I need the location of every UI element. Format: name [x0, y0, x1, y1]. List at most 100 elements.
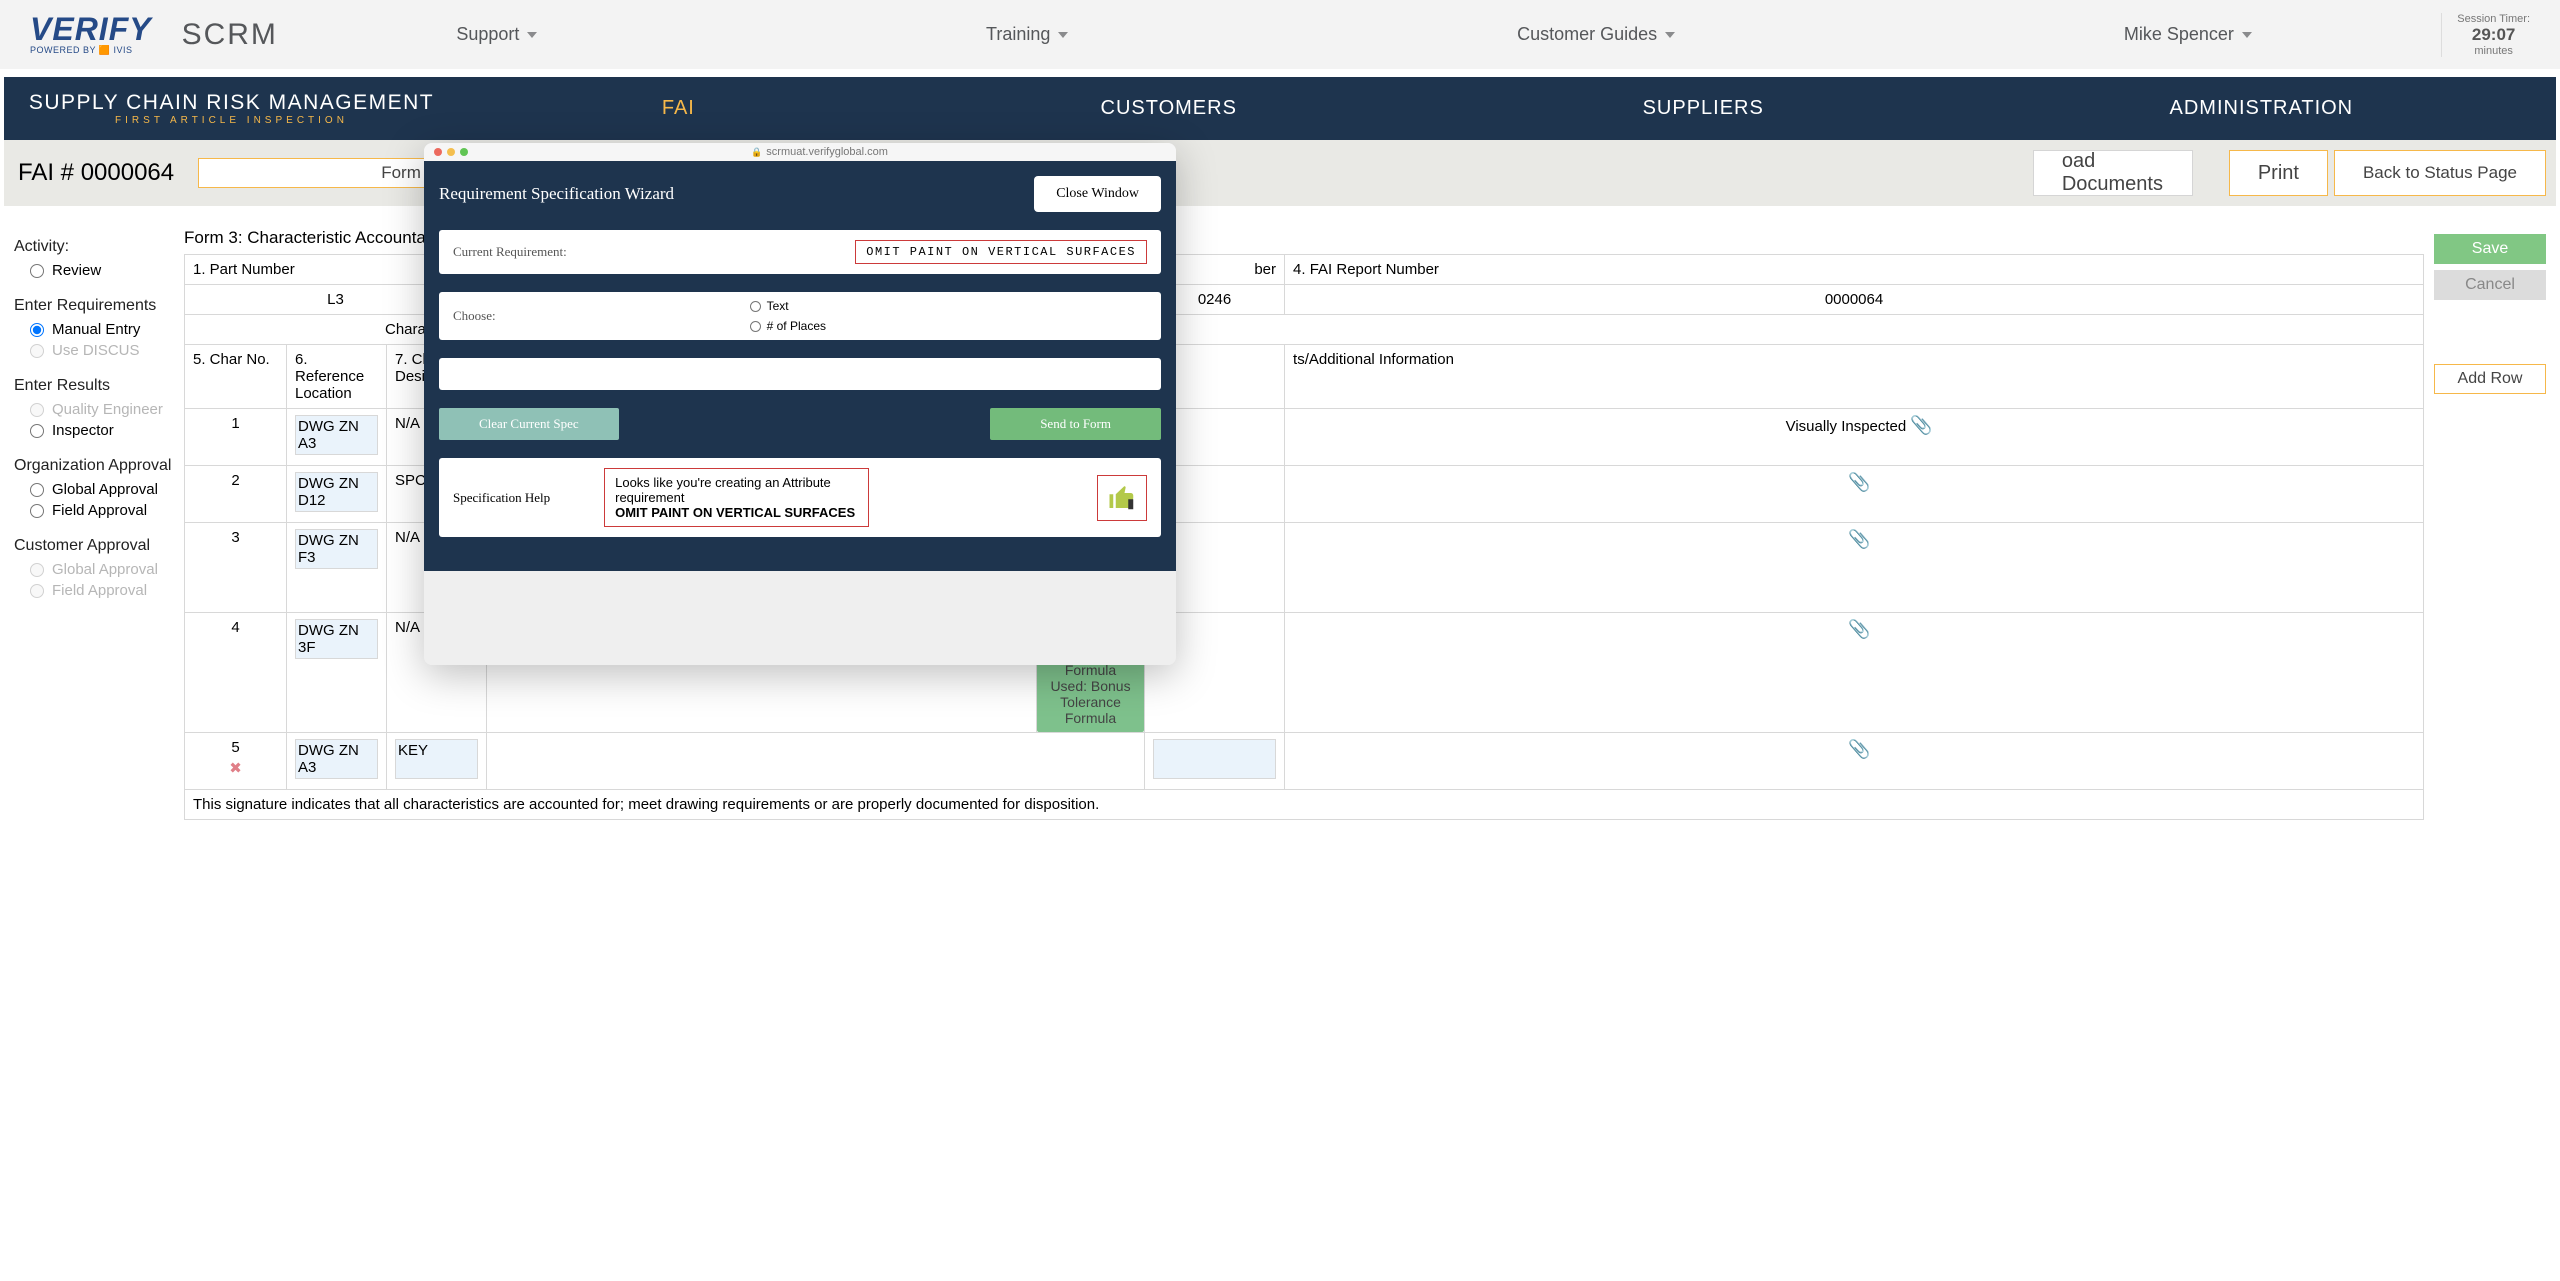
val-fai-report: 0000064 — [1285, 285, 2424, 315]
spec-help-label: Specification Help — [453, 490, 550, 506]
thumbs-up-icon — [1107, 483, 1137, 513]
radio-global-approval-2[interactable]: Global Approval — [30, 561, 174, 578]
sidebar: Activity: Review Enter Requirements Manu… — [14, 216, 174, 820]
comments-cell: Visually Inspected 📎 — [1285, 409, 2424, 466]
radio-field-approval-2[interactable]: Field Approval — [30, 582, 174, 599]
paperclip-icon[interactable]: 📎 — [1848, 472, 1860, 493]
save-button[interactable]: Save — [2434, 234, 2546, 264]
wizard-input-panel[interactable] — [439, 358, 1161, 390]
radio-fa2-input — [30, 584, 44, 598]
modal-url: 🔒scrmuat.verifyglobal.com — [473, 146, 1166, 158]
radio-discus-input — [30, 344, 44, 358]
right-rail: Save Cancel Add Row — [2434, 216, 2546, 820]
choose-places-label: # of Places — [767, 319, 826, 333]
radio-use-discus[interactable]: Use DISCUS — [30, 342, 174, 359]
current-requirement-label: Current Requirement: — [453, 244, 567, 260]
modal-window: 🔒scrmuat.verifyglobal.com Requirement Sp… — [424, 143, 1176, 665]
ref-input[interactable] — [295, 529, 378, 569]
tab-administration[interactable]: ADMINISTRATION — [2170, 97, 2354, 120]
radio-inspector-input[interactable] — [30, 424, 44, 438]
modal-header-row: Requirement Specification Wizard Close W… — [439, 176, 1161, 212]
table-row: 5✖ 📎 — [185, 733, 2424, 790]
nav-training[interactable]: Training — [986, 24, 1068, 45]
chevron-down-icon — [1665, 32, 1675, 38]
radio-qe-input — [30, 403, 44, 417]
char-no: 1 — [185, 409, 287, 466]
close-window-button[interactable]: Close Window — [1034, 176, 1161, 212]
logo[interactable]: VERIFY POWERED BY 🟧 IVIS — [30, 13, 152, 56]
radio-fa-input[interactable] — [30, 504, 44, 518]
lock-icon: 🔒 — [751, 147, 762, 158]
chevron-down-icon — [2242, 32, 2252, 38]
choose-label: Choose: — [453, 308, 496, 324]
paperclip-icon[interactable]: 📎 — [1848, 739, 1860, 760]
nav-user[interactable]: Mike Spencer — [2124, 24, 2252, 45]
desig-input[interactable] — [395, 739, 478, 779]
radio-ga-input[interactable] — [30, 483, 44, 497]
main-nav: SUPPLY CHAIN RISK MANAGEMENT FIRST ARTIC… — [4, 77, 2556, 140]
radio-discus-label: Use DISCUS — [52, 342, 140, 359]
comments-cell: 📎 — [1285, 466, 2424, 523]
main-nav-subtitle-text: FIRST ARTICLE INSPECTION — [4, 115, 459, 126]
ref-input[interactable] — [295, 472, 378, 512]
print-button[interactable]: Print — [2229, 150, 2328, 196]
ref-input[interactable] — [295, 415, 378, 455]
radio-ga2-input — [30, 563, 44, 577]
radio-manual-input[interactable] — [30, 323, 44, 337]
close-dot-icon[interactable] — [434, 148, 442, 156]
radio-inspector[interactable]: Inspector — [30, 422, 174, 439]
paperclip-icon[interactable]: 📎 — [1848, 529, 1860, 550]
radio-manual-entry[interactable]: Manual Entry — [30, 321, 174, 338]
desig-cell — [387, 733, 487, 790]
choose-text-radio[interactable] — [750, 301, 761, 312]
radio-inspector-label: Inspector — [52, 422, 114, 439]
customer-approval-heading: Customer Approval — [14, 537, 174, 555]
spec-help-panel: Specification Help Looks like you're cre… — [439, 458, 1161, 537]
radio-field-approval[interactable]: Field Approval — [30, 502, 174, 519]
choose-places-radio[interactable] — [750, 321, 761, 332]
paperclip-icon[interactable]: 📎 — [1848, 619, 1860, 640]
session-timer-time: 29:07 — [2457, 25, 2530, 45]
radio-review-input[interactable] — [30, 264, 44, 278]
content: Activity: Review Enter Requirements Manu… — [4, 206, 2556, 830]
maximize-dot-icon[interactable] — [460, 148, 468, 156]
ref-cell — [287, 409, 387, 466]
remove-row-icon[interactable]: ✖ — [193, 759, 278, 777]
radio-ga2-label: Global Approval — [52, 561, 158, 578]
tab-customers[interactable]: CUSTOMERS — [1101, 97, 1237, 120]
ref-cell — [287, 733, 387, 790]
main-nav-tabs: FAI CUSTOMERS SUPPLIERS ADMINISTRATION — [459, 97, 2556, 120]
clear-spec-button[interactable]: Clear Current Spec — [439, 408, 619, 440]
upload-documents-button[interactable]: oad Documents — [2033, 150, 2193, 196]
logo-area: VERIFY POWERED BY 🟧 IVIS SCRM — [30, 13, 282, 56]
nav-guides[interactable]: Customer Guides — [1517, 24, 1675, 45]
choose-places-option[interactable]: # of Places — [750, 319, 826, 333]
choose-text-option[interactable]: Text — [750, 299, 826, 313]
radio-fa2-label: Field Approval — [52, 582, 147, 599]
send-to-form-button[interactable]: Send to Form — [990, 408, 1161, 440]
thumbs-up-box[interactable] — [1097, 475, 1147, 521]
radio-ga-label: Global Approval — [52, 481, 158, 498]
col-ref-location: 6. Reference Location — [287, 345, 387, 409]
minimize-dot-icon[interactable] — [447, 148, 455, 156]
ref-input[interactable] — [295, 739, 378, 779]
tab-fai[interactable]: FAI — [662, 97, 695, 120]
chevron-down-icon — [527, 32, 537, 38]
ref-input[interactable] — [295, 619, 378, 659]
nav-support[interactable]: Support — [456, 24, 537, 45]
tab-suppliers[interactable]: SUPPLIERS — [1643, 97, 1764, 120]
paperclip-icon[interactable]: 📎 — [1910, 415, 1922, 436]
char-no: 4 — [185, 613, 287, 733]
char-no: 2 — [185, 466, 287, 523]
wizard-buttons-panel: Clear Current Spec Send to Form — [439, 408, 1161, 440]
nav-training-label: Training — [986, 24, 1050, 45]
add-row-button[interactable]: Add Row — [2434, 364, 2546, 394]
extra-input[interactable] — [1153, 739, 1276, 779]
modal-body: Requirement Specification Wizard Close W… — [424, 161, 1176, 571]
back-to-status-button[interactable]: Back to Status Page — [2334, 150, 2546, 196]
radio-review[interactable]: Review — [30, 262, 174, 279]
nav-user-label: Mike Spencer — [2124, 24, 2234, 45]
enter-results-heading: Enter Results — [14, 377, 174, 395]
radio-quality-engineer[interactable]: Quality Engineer — [30, 401, 174, 418]
radio-global-approval[interactable]: Global Approval — [30, 481, 174, 498]
